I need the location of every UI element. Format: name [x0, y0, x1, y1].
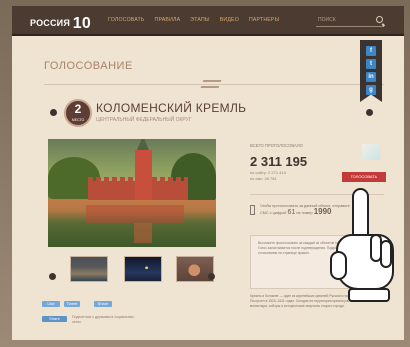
vote-button[interactable]: ГОЛОСОВАТЬ	[342, 172, 386, 182]
thumbnail-1[interactable]	[70, 256, 108, 282]
sms-votes: по смс: 39 781	[250, 176, 277, 181]
main-navigation: ГОЛОСОВАТЬ ПРАВИЛА ЭТАПЫ ВИДЕО ПАРТНЕРЫ	[108, 17, 279, 23]
googleplus-icon[interactable]: g	[366, 85, 376, 95]
vote-total: 2 311 195	[250, 154, 308, 169]
share-small-button[interactable]: Share	[42, 316, 67, 322]
sms-prefix: СМС с цифрой	[260, 211, 287, 215]
nav-stages[interactable]: ЭТАПЫ	[190, 17, 209, 23]
logo-number: 10	[72, 15, 91, 32]
main-photo	[48, 139, 216, 247]
thumb-next-icon[interactable]	[208, 273, 215, 280]
nav-rules[interactable]: ПРАВИЛА	[155, 17, 181, 23]
kremlin-tower	[135, 139, 152, 200]
hand-thumb	[330, 251, 347, 280]
rank-number: 2	[74, 102, 82, 116]
qr-icon	[362, 144, 380, 160]
hand-finger-2	[380, 240, 392, 268]
previous-item-icon[interactable]	[50, 109, 57, 116]
share-caption: Поделиться с друзьями в социальных сетях	[72, 315, 134, 324]
like-button[interactable]: Like	[42, 301, 60, 307]
hand-cuff	[348, 288, 390, 302]
search-placeholder: ПОИСК	[318, 17, 336, 23]
wall-reflection	[86, 205, 184, 223]
item-subtitle: ЦЕНТРАЛЬНЫЙ ФЕДЕРАЛЬНЫЙ ОКРУГ	[96, 117, 192, 123]
tweet-button[interactable]: Tweet	[64, 301, 80, 307]
site-votes: по сайту: 2 271 414	[250, 170, 286, 175]
twitter-icon[interactable]: t	[366, 59, 376, 69]
divider-ornament	[200, 80, 222, 88]
share-button[interactable]: Share	[94, 301, 112, 307]
site-header: РОССИЯ 10 ГОЛОСОВАТЬ ПРАВИЛА ЭТАПЫ ВИДЕО…	[12, 6, 404, 36]
thumbnail-2[interactable]	[124, 256, 162, 282]
screen-background: РОССИЯ 10 ГОЛОСОВАТЬ ПРАВИЛА ЭТАПЫ ВИДЕО…	[0, 0, 410, 347]
thumb-prev-icon[interactable]	[49, 273, 56, 280]
social-ribbon: f t in g	[360, 40, 382, 102]
search-field[interactable]: ПОИСК	[316, 15, 384, 27]
tower-reflection	[134, 223, 152, 243]
sms-code: 61	[287, 209, 296, 216]
logo-text: РОССИЯ	[30, 18, 71, 28]
item-title: КОЛОМЕНСКИЙ КРЕМЛЬ	[96, 101, 247, 115]
nav-partners[interactable]: ПАРТНЕРЫ	[249, 17, 279, 23]
nav-vote[interactable]: ГОЛОСОВАТЬ	[108, 17, 145, 23]
pointer-hand-icon	[330, 188, 395, 313]
phone-icon	[250, 205, 255, 215]
page-title: ГОЛОСОВАНИЕ	[44, 60, 133, 72]
nav-video[interactable]: ВИДЕО	[220, 17, 239, 23]
stats-label: ВСЕГО ПРОГОЛОСОВАЛО	[250, 143, 303, 148]
sms-number: 1990	[313, 207, 332, 216]
next-item-icon[interactable]	[366, 109, 373, 116]
rank-caption: МЕСТО	[71, 118, 85, 122]
sms-middle: на номер	[296, 211, 313, 215]
linkedin-icon[interactable]: in	[366, 72, 376, 82]
search-icon[interactable]	[376, 16, 383, 23]
facebook-icon[interactable]: f	[366, 46, 376, 56]
site-logo[interactable]: РОССИЯ 10	[30, 13, 91, 32]
rank-badge: 2 МЕСТО	[64, 99, 92, 127]
